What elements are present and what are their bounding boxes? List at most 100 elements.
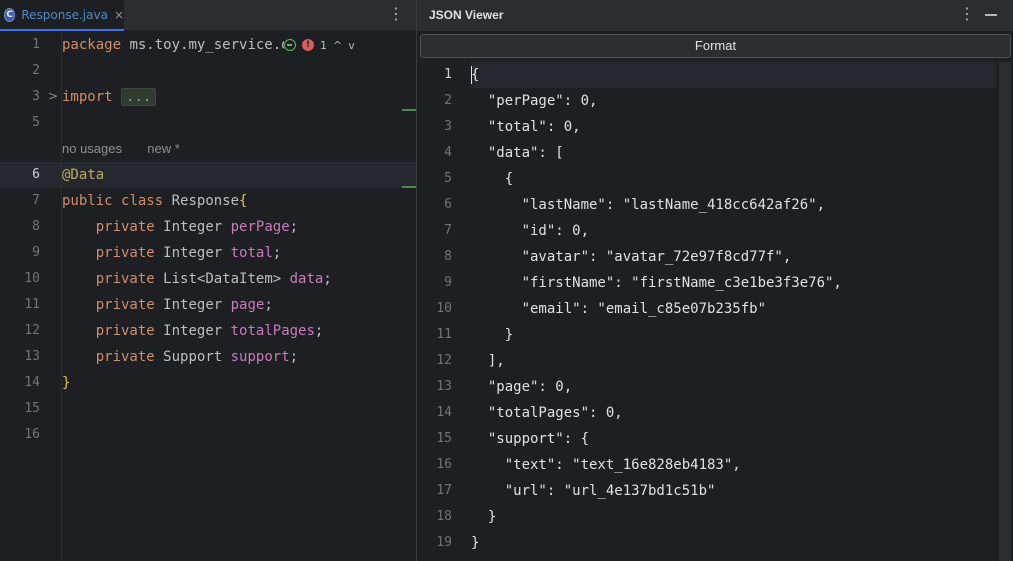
json-line: "id": 0, <box>471 223 590 239</box>
json-line: "email": "email_c85e07b235fb" <box>471 301 767 317</box>
vcs-change-marker <box>402 109 416 111</box>
line-number: 5 <box>444 171 452 186</box>
panel-title: JSON Viewer <box>429 8 504 22</box>
json-line: "avatar": "avatar_72e97f8cd77f", <box>471 249 792 265</box>
keyword: private <box>95 271 155 287</box>
line-number: 18 <box>436 509 452 524</box>
line-number: 8 <box>32 219 40 234</box>
hide-panel-icon[interactable] <box>985 14 997 16</box>
field-line: private Integer perPage; <box>62 214 416 240</box>
code-vision-hint: no usages new * <box>62 136 416 162</box>
author-hint[interactable]: new * <box>147 141 180 156</box>
line-number-current: 6 <box>32 167 40 182</box>
keyword: public <box>62 193 113 209</box>
line-number: 1 <box>32 37 40 52</box>
line-number: 2 <box>32 63 40 78</box>
annotation: @Data <box>62 167 105 183</box>
line-number-current: 1 <box>444 67 452 82</box>
line-number: 2 <box>444 93 452 108</box>
tab-close-icon[interactable]: × <box>114 8 124 22</box>
collapse-circle-icon[interactable] <box>284 39 296 51</box>
editor-gutter: 1 2 3 5 6 7 8 9 10 11 12 13 14 15 16 > <box>0 32 62 561</box>
keyword: private <box>95 349 155 365</box>
field-type: Integer <box>163 323 223 339</box>
field-type: Integer <box>163 219 223 235</box>
field-type: List<DataItem> <box>163 271 282 287</box>
error-count: 1 <box>320 38 327 52</box>
panel-options-icon[interactable]: ⋮ <box>959 6 975 24</box>
field-line: private List<DataItem> data; <box>62 266 416 292</box>
line-number: 11 <box>24 297 40 312</box>
json-line: "lastName": "lastName_418cc642af26", <box>471 197 826 213</box>
json-line: ], <box>471 353 505 369</box>
keyword: private <box>95 219 155 235</box>
line-number: 14 <box>24 375 40 390</box>
next-highlight-icon[interactable]: v <box>348 39 355 52</box>
usages-hint[interactable]: no usages <box>62 141 122 156</box>
field-name: page <box>230 297 265 313</box>
line-number: 7 <box>32 193 40 208</box>
editor-tab-bar: C Response.java × ⋮ <box>0 0 416 31</box>
code-line: } <box>62 370 416 396</box>
json-line: "data": [ <box>471 145 564 161</box>
keyword: private <box>95 297 155 313</box>
field-type: Support <box>163 349 223 365</box>
format-button[interactable]: Format <box>420 34 1011 58</box>
json-line: { <box>471 67 480 83</box>
inspection-widget[interactable]: ! 1 ^ v <box>284 36 355 54</box>
field-name: support <box>230 349 290 365</box>
line-number: 15 <box>24 401 40 416</box>
line-number: 4 <box>444 145 452 160</box>
line-number: 19 <box>436 535 452 550</box>
class-name: Response <box>171 193 240 209</box>
editor-body[interactable]: 1 2 3 5 6 7 8 9 10 11 12 13 14 15 16 > p… <box>0 32 416 561</box>
json-line: "totalPages": 0, <box>471 405 623 421</box>
json-gutter: 1 2 3 4 5 6 7 8 9 10 11 12 13 14 15 16 17 18 19 <box>417 62 465 561</box>
json-line: } <box>471 535 480 551</box>
java-class-icon: C <box>4 7 16 22</box>
keyword: private <box>95 245 155 261</box>
tab-response-java[interactable]: C Response.java × <box>0 0 124 31</box>
keyword: private <box>95 323 155 339</box>
code-line: package ms.toy.my_service.d <box>62 32 416 58</box>
field-line: private Integer page; <box>62 292 416 318</box>
code-line: @Data <box>62 162 416 188</box>
line-number: 12 <box>24 323 40 338</box>
semicolon: ; <box>314 323 324 339</box>
field-line: private Integer total; <box>62 240 416 266</box>
field-name: totalPages <box>230 323 315 339</box>
folded-imports[interactable]: ... <box>121 88 157 106</box>
code-line: import ... <box>62 84 416 110</box>
json-line: "text": "text_16e828eb4183", <box>471 457 741 473</box>
keyword: class <box>121 193 164 209</box>
semicolon: ; <box>272 245 282 261</box>
json-line: } <box>471 509 497 525</box>
line-number: 15 <box>436 431 452 446</box>
line-number: 11 <box>436 327 452 342</box>
json-line: "page": 0, <box>471 379 573 395</box>
field-line: private Integer totalPages; <box>62 318 416 344</box>
line-number: 10 <box>24 271 40 286</box>
json-viewer-panel: JSON Viewer ⋮ Format 1 2 3 4 5 6 7 8 9 10 11 12 13 14… <box>416 0 1013 561</box>
line-number: 9 <box>32 245 40 260</box>
previous-highlight-icon[interactable]: ^ <box>333 39 342 52</box>
json-code-area[interactable]: { "perPage": 0, "total": 0, "data": [ { … <box>471 62 996 561</box>
brace: { <box>239 193 248 209</box>
json-line: "url": "url_4e137bd1c51b" <box>471 483 716 499</box>
brace: } <box>62 375 71 391</box>
line-number: 9 <box>444 275 452 290</box>
json-line: "perPage": 0, <box>471 93 598 109</box>
fold-expand-icon[interactable]: > <box>48 89 58 103</box>
vertical-scrollbar[interactable] <box>999 62 1011 561</box>
line-number: 6 <box>444 197 452 212</box>
json-line: { <box>471 171 514 187</box>
line-number: 13 <box>436 379 452 394</box>
editor-code-area[interactable]: package ms.toy.my_service.d import ... n… <box>62 32 416 561</box>
line-number: 16 <box>24 427 40 442</box>
field-name: total <box>230 245 273 261</box>
line-number: 16 <box>436 457 452 472</box>
editor-more-options-icon[interactable]: ⋮ <box>388 6 404 24</box>
json-editor[interactable]: 1 2 3 4 5 6 7 8 9 10 11 12 13 14 15 16 17 18 19 { "perPage… <box>417 62 1013 561</box>
semicolon: ; <box>289 349 299 365</box>
line-number: 17 <box>436 483 452 498</box>
